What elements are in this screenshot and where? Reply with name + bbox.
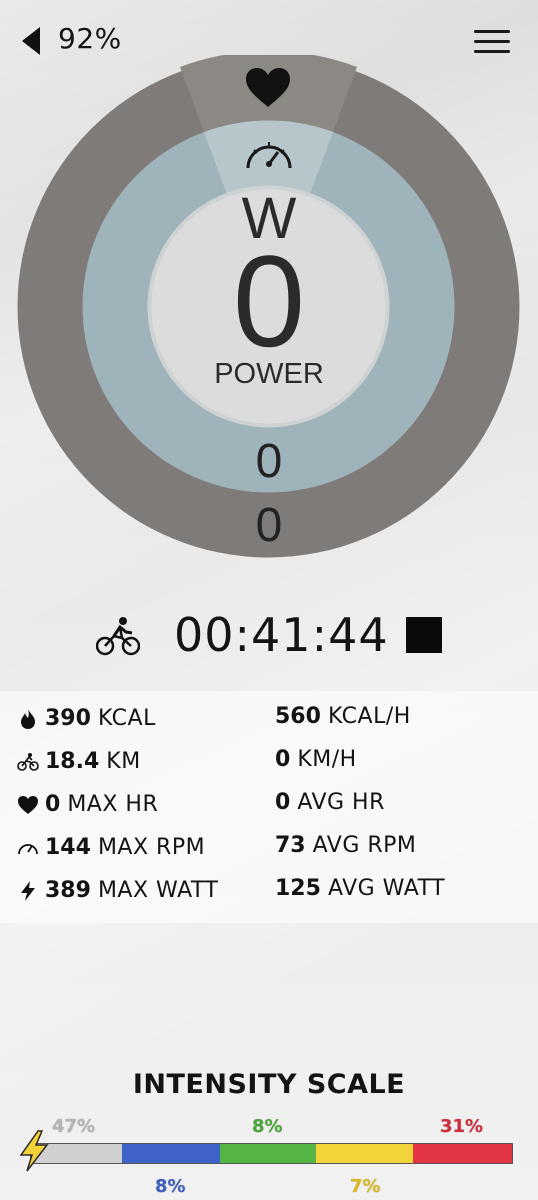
back-arrow-icon[interactable] — [20, 26, 42, 56]
stat-avg-hr: 0 AVG HR — [275, 790, 385, 815]
intensity-pct-green: 8% — [252, 1116, 283, 1137]
bolt-icon — [21, 880, 35, 901]
stat-kcal: 390 KCAL — [17, 706, 156, 731]
stat-avg-watt: 125 AVG WATT — [275, 876, 446, 901]
intensity-segment-yellow — [315, 1144, 413, 1163]
intensity-segment-green — [219, 1144, 316, 1163]
intensity-pct-red: 31% — [440, 1116, 484, 1137]
stat-max-rpm: 144 MAX RPM — [17, 835, 205, 860]
speedometer-icon — [246, 142, 292, 169]
session-timer: 00:41:44 — [174, 608, 389, 662]
speedometer-icon — [18, 843, 38, 854]
stat-kcal-per-hour: 560 KCAL/H — [275, 704, 411, 729]
inner-ring-value: 0 — [255, 435, 283, 488]
outer-ring-value: 0 — [255, 499, 283, 552]
intensity-scale-bar — [30, 1143, 513, 1164]
gauge-metric-label: POWER — [214, 358, 324, 390]
stat-max-hr: 0 MAX HR — [17, 792, 158, 817]
intensity-segment-red — [412, 1144, 512, 1163]
intensity-pct-yellow: 7% — [350, 1176, 381, 1197]
stat-max-watt: 389 MAX WATT — [17, 878, 218, 903]
stats-panel: 390 KCAL 18.4 KM 0 MAX HR 144 MAX RPM 38… — [0, 691, 538, 923]
stat-distance: 18.4 KM — [17, 749, 141, 774]
cyclist-icon — [96, 617, 140, 656]
flame-icon — [21, 708, 35, 729]
intensity-scale-title: INTENSITY SCALE — [132, 1069, 406, 1100]
heart-icon — [246, 68, 290, 107]
heart-icon — [18, 795, 38, 814]
intensity-pct-blue: 8% — [155, 1176, 186, 1197]
bolt-icon — [19, 1130, 49, 1172]
bike-icon — [17, 752, 39, 771]
stat-speed: 0 KM/H — [275, 747, 357, 772]
hamburger-menu-icon[interactable] — [474, 30, 510, 56]
gauge-main-value: 0 — [232, 228, 306, 374]
intensity-pct-grey: 47% — [52, 1116, 96, 1137]
intensity-segment-blue — [122, 1144, 220, 1163]
battery-level: 92% — [58, 22, 122, 55]
stop-button[interactable] — [406, 617, 442, 653]
stat-avg-rpm: 73 AVG RPM — [275, 833, 417, 858]
